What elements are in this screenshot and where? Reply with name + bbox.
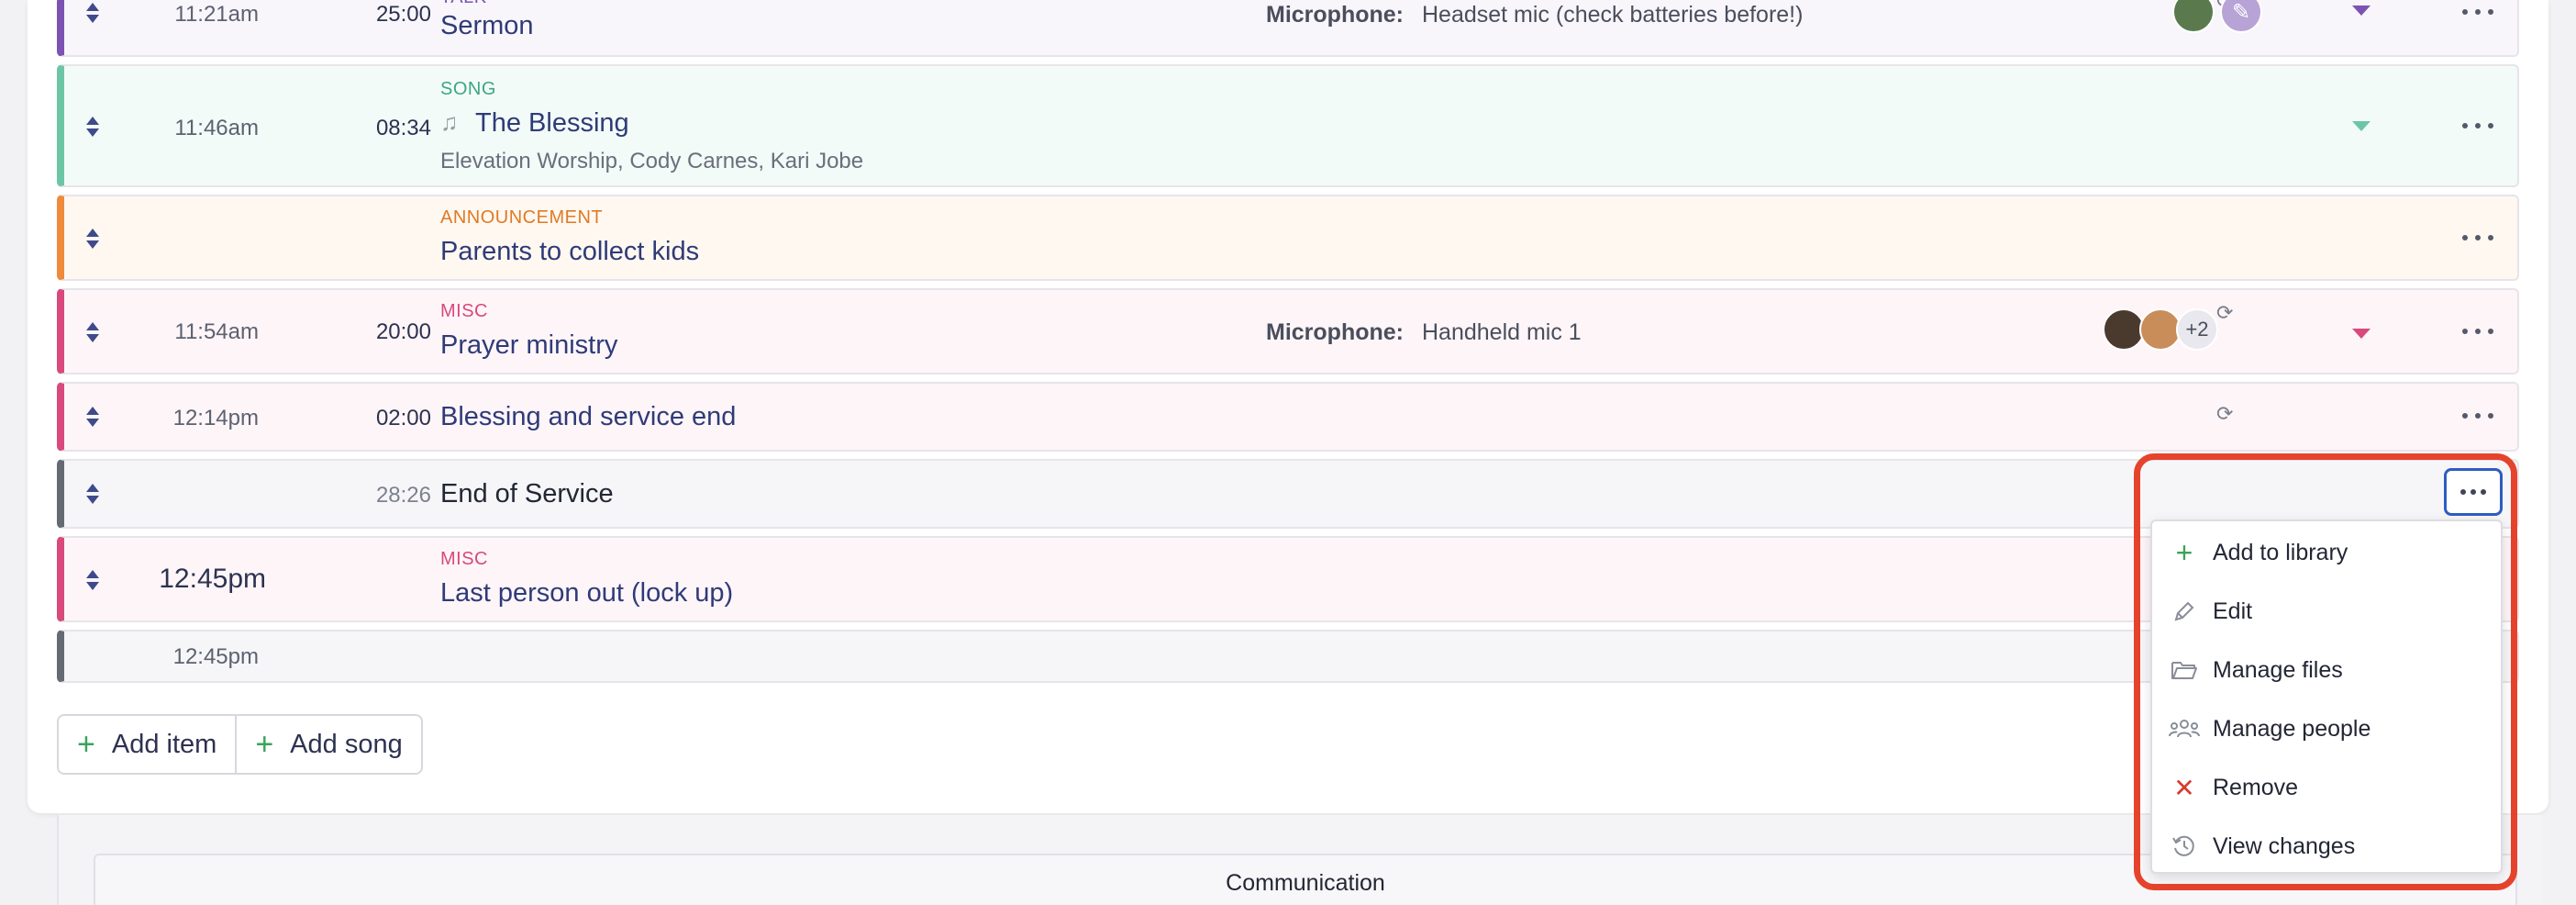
item-duration: 25:00 (375, 2, 431, 27)
dot (2471, 489, 2476, 495)
menu-item-add-to-library[interactable]: + Add to library (2152, 525, 2501, 580)
plus-icon: + (255, 727, 274, 762)
attachment-icon[interactable]: ✎ (2220, 0, 2262, 33)
item-category: MISC (440, 549, 488, 569)
microphone-value: Handheld mic 1 (1422, 319, 1582, 345)
item-options-menu: + Add to library Edit Manage files Manag… (2150, 520, 2503, 874)
menu-item-manage-people[interactable]: Manage people (2152, 701, 2501, 756)
pencil-icon (2169, 596, 2200, 627)
menu-item-label: Manage files (2213, 656, 2343, 683)
item-title[interactable]: Sermon (440, 11, 534, 41)
menu-item-edit[interactable]: Edit (2152, 584, 2501, 639)
more-options-icon[interactable] (2462, 327, 2493, 336)
add-song-button[interactable]: + Add song (235, 716, 420, 773)
item-title[interactable]: Last person out (lock up) (440, 578, 733, 609)
item-category: ANNOUNCEMENT (440, 207, 604, 228)
item-category: SONG (440, 79, 496, 99)
plus-icon: + (77, 727, 95, 762)
start-time: 12:14pm (172, 406, 259, 430)
menu-item-label: Manage people (2213, 715, 2371, 742)
end-time: 12:45pm (172, 644, 259, 669)
sync-icon: ⟳ (2216, 301, 2234, 324)
start-time: 11:46am (174, 116, 259, 140)
plan-item-song[interactable]: 11:46am 08:34 SONG ♫ The Blessing Elevat… (57, 64, 2519, 187)
microphone-label: Microphone: (1266, 319, 1404, 345)
more-options-icon[interactable] (2462, 7, 2493, 17)
drag-handle-icon[interactable] (84, 2, 101, 24)
menu-item-label: Edit (2213, 598, 2253, 624)
expand-toggle-icon[interactable] (2352, 329, 2371, 339)
item-title[interactable]: The Blessing (475, 108, 629, 139)
x-icon: ✕ (2173, 773, 2195, 802)
add-song-label: Add song (290, 729, 403, 759)
folder-icon (2169, 654, 2200, 686)
start-time: 12:45pm (159, 564, 266, 594)
microphone-label: Microphone: (1266, 2, 1404, 28)
add-buttons-group: + Add item + Add song (57, 714, 423, 775)
menu-item-label: Add to library (2213, 539, 2348, 565)
add-item-label: Add item (111, 729, 217, 759)
more-options-icon[interactable] (2462, 411, 2493, 420)
menu-item-view-changes[interactable]: View changes (2152, 819, 2501, 874)
plan-item-announcement[interactable]: ANNOUNCEMENT Parents to collect kids (57, 195, 2519, 281)
drag-handle-icon[interactable] (84, 483, 101, 505)
item-duration: 02:00 (375, 406, 431, 430)
expand-toggle-icon[interactable] (2352, 121, 2371, 131)
start-time: 11:21am (174, 2, 259, 27)
more-options-icon[interactable] (2462, 233, 2493, 242)
more-options-icon[interactable] (2462, 121, 2493, 130)
start-time: 11:54am (174, 319, 259, 344)
menu-item-label: Remove (2213, 774, 2299, 800)
item-category: TALK (440, 0, 487, 8)
sync-icon: ⟳ (2216, 402, 2234, 425)
microphone-value: Headset mic (check batteries before!) (1422, 2, 1804, 28)
drag-handle-icon[interactable] (84, 228, 101, 250)
more-people-badge[interactable]: +2 (2176, 308, 2218, 351)
item-duration: 08:34 (375, 116, 431, 140)
people-icon (2169, 713, 2200, 744)
item-title[interactable]: Blessing and service end (440, 402, 736, 432)
plan-item-sermon[interactable]: 11:21am 25:00 TALK Sermon Microphone: He… (57, 0, 2519, 57)
plan-item-blessing-end[interactable]: 12:14pm 02:00 Blessing and service end ⟳ (57, 382, 2519, 452)
music-note-icon: ♫ (440, 108, 459, 136)
item-category: MISC (440, 301, 488, 321)
plan-item-prayer[interactable]: 11:54am 20:00 MISC Prayer ministry Micro… (57, 288, 2519, 374)
more-options-button[interactable] (2444, 468, 2503, 516)
menu-item-remove[interactable]: ✕ Remove (2152, 760, 2501, 815)
item-title[interactable]: Parents to collect kids (440, 237, 699, 267)
avatar[interactable] (2172, 0, 2215, 33)
item-duration: 28:26 (375, 483, 431, 508)
menu-item-manage-files[interactable]: Manage files (2152, 642, 2501, 698)
dot (2460, 489, 2466, 495)
item-duration: 20:00 (375, 319, 431, 344)
drag-handle-icon[interactable] (84, 569, 101, 591)
song-artists: Elevation Worship, Cody Carnes, Kari Job… (440, 149, 864, 173)
drag-handle-icon[interactable] (84, 116, 101, 138)
plus-icon: + (2175, 535, 2193, 569)
history-icon (2169, 831, 2200, 862)
add-item-button[interactable]: + Add item (59, 716, 235, 773)
dot (2481, 489, 2486, 495)
item-title[interactable]: End of Service (440, 479, 614, 509)
item-title[interactable]: Prayer ministry (440, 330, 617, 361)
menu-item-label: View changes (2213, 832, 2356, 859)
drag-handle-icon[interactable] (84, 321, 101, 343)
expand-toggle-icon[interactable] (2352, 6, 2371, 16)
drag-handle-icon[interactable] (84, 406, 101, 428)
